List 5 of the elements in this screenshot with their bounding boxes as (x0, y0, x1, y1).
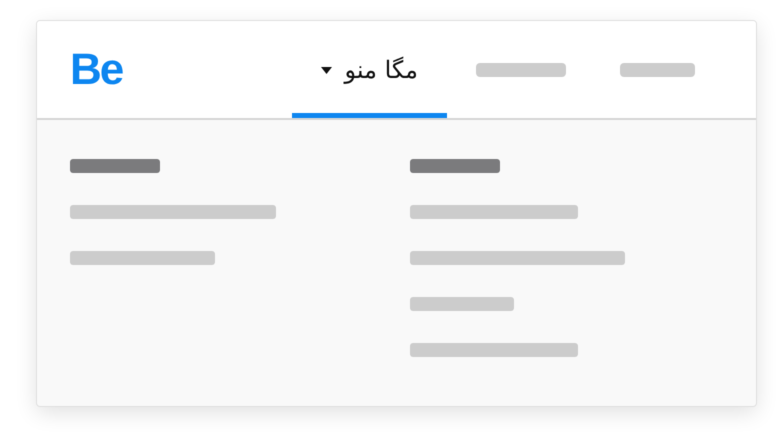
nav-placeholder[interactable] (476, 62, 566, 76)
nav-placeholder[interactable] (620, 62, 696, 76)
caret-icon (321, 66, 332, 74)
menu-tab[interactable]: مگا منو (292, 21, 448, 118)
logo: Be (70, 44, 122, 94)
